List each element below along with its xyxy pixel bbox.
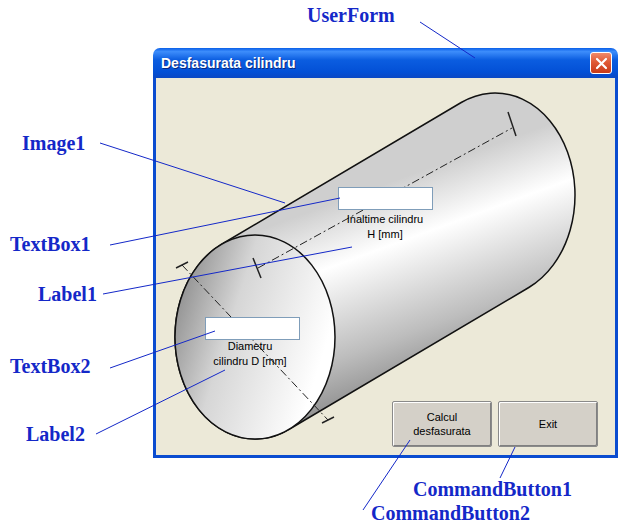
text-box[interactable] xyxy=(338,187,433,210)
command-button[interactable]: Calcul desfasurata xyxy=(392,401,492,447)
text-box[interactable] xyxy=(205,317,300,340)
field-label: Inaltime cilindru H [mm] xyxy=(345,212,425,242)
leader-lines xyxy=(0,0,629,532)
user-form-window: Desfasurata cilindru Inaltime cilindru H … xyxy=(153,48,618,458)
leader-line xyxy=(420,22,475,58)
annotation-label: Label2 xyxy=(26,422,85,446)
cylinder-image xyxy=(156,78,615,455)
annotation-label: TextBox2 xyxy=(10,354,90,378)
annotation-label: CommandButton1 xyxy=(413,477,572,501)
leader-line xyxy=(110,331,215,368)
annotation-label: Image1 xyxy=(22,131,85,155)
field-label: Diametru cilindru D [mm] xyxy=(210,339,290,369)
annotation-label: UserForm xyxy=(307,3,395,27)
close-button[interactable] xyxy=(590,52,612,74)
window-title: Desfasurata cilindru xyxy=(161,55,296,71)
leader-line xyxy=(110,198,340,245)
diagram: Desfasurata cilindru Inaltime cilindru H … xyxy=(0,0,629,532)
leader-line xyxy=(363,440,410,510)
client-area: Inaltime cilindru H [mm] Diametru cilindr… xyxy=(153,78,618,458)
annotation-label: Label1 xyxy=(38,282,97,306)
annotation-label: TextBox1 xyxy=(10,232,90,256)
command-button[interactable]: Exit xyxy=(498,401,598,447)
annotation-label: CommandButton2 xyxy=(371,501,530,525)
leader-line xyxy=(500,447,515,478)
leader-line xyxy=(103,247,352,294)
title-bar: Desfasurata cilindru xyxy=(153,48,618,78)
close-icon xyxy=(595,57,608,70)
leader-line xyxy=(100,143,285,203)
leader-line xyxy=(96,370,225,434)
